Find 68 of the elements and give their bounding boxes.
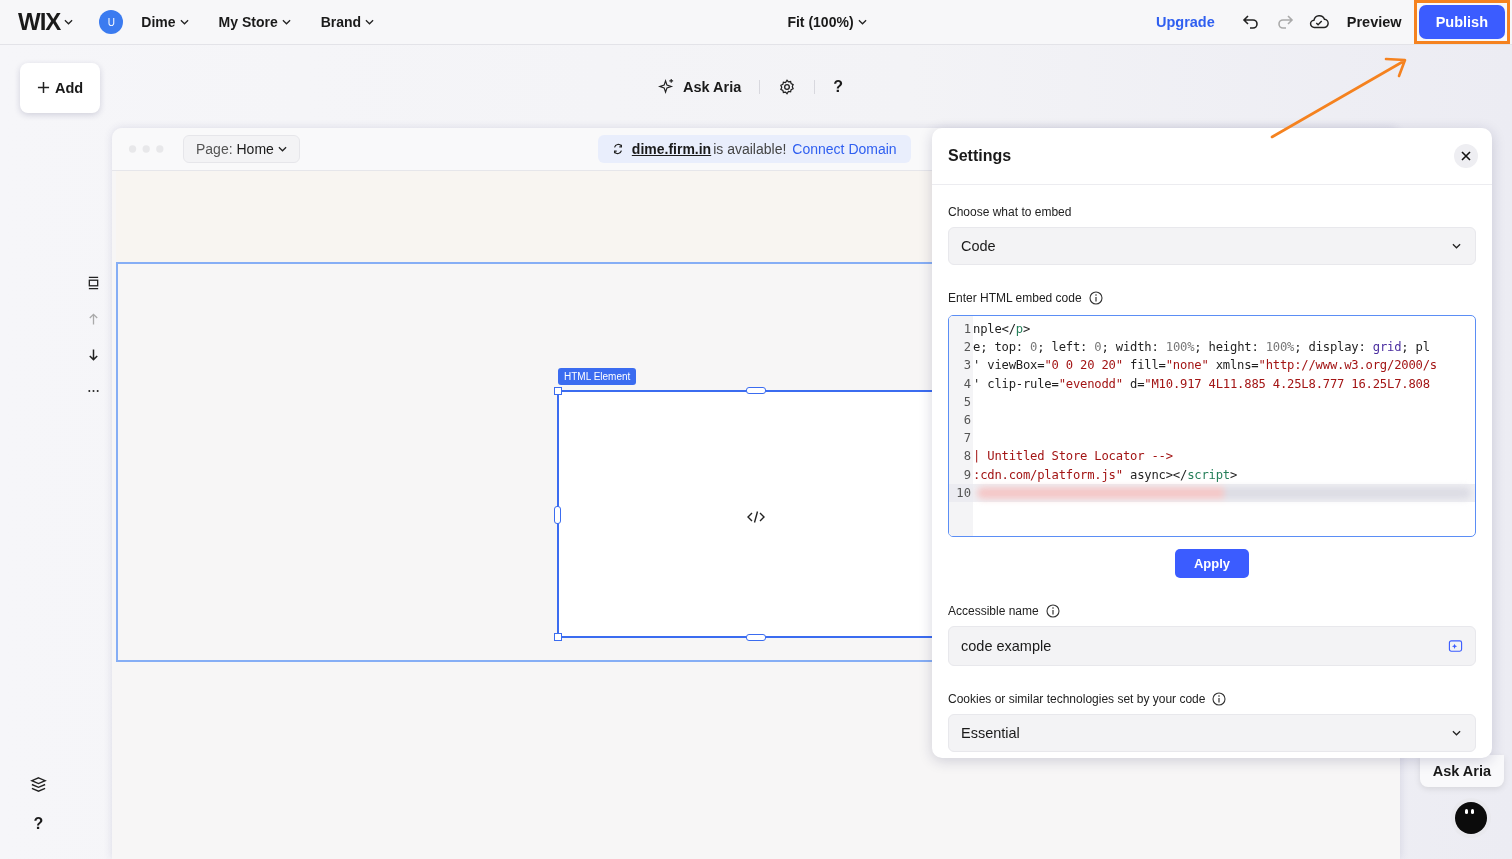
assistant-icon[interactable] [1450,797,1492,839]
close-icon [1461,151,1471,161]
resize-handle[interactable] [554,506,561,524]
ai-icon[interactable] [1448,638,1463,654]
code-icon [747,510,765,524]
chevron-down-icon [1452,243,1461,249]
field-label: Cookies or similar technologies set by your code [948,692,1206,706]
apply-button[interactable]: Apply [1174,549,1250,578]
domain-name: dime.firm.in [631,141,712,157]
resize-handle[interactable] [554,633,562,641]
embed-type-dropdown[interactable]: Code [948,227,1476,265]
plus-icon [36,81,50,94]
menu-dropdown[interactable]: Dime [141,14,189,30]
line-number: 7 [962,430,972,448]
line-number: 8 [962,448,972,466]
publish-button[interactable]: Publish [1418,5,1505,39]
close-button[interactable] [1454,144,1478,168]
code-line: nple</p> [973,321,1031,338]
element-label: HTML Element [558,368,637,385]
chevron-down-icon[interactable] [64,19,74,25]
resize-handle[interactable] [746,634,766,641]
arrow-down-icon[interactable] [87,348,100,362]
field-label: Accessible name [948,604,1039,618]
ask-aria-button[interactable]: Ask Aria [658,78,742,95]
accessible-name-field[interactable]: code example [948,626,1476,666]
resize-handle[interactable] [746,387,766,394]
chevron-down-icon [281,19,291,25]
field-label: Choose what to embed [948,205,1073,219]
availability-text: is available! [713,141,787,157]
line-number: 9 [962,466,972,484]
menu-dropdown[interactable]: My Store [218,14,291,30]
wix-logo[interactable]: WIX [18,8,61,36]
panel-title: Settings [948,147,1012,165]
section-icon[interactable] [87,276,100,290]
chevron-down-icon [857,19,867,25]
sparkle-icon [658,78,675,95]
field-label: Enter HTML embed code [948,291,1082,305]
line-number: 2 [962,339,972,357]
chevron-down-icon [179,19,189,25]
line-number: 10 [949,483,973,502]
info-icon[interactable] [1212,692,1227,706]
line-number: 5 [962,393,972,411]
add-button[interactable]: Add [20,62,100,113]
chevron-down-icon [365,19,375,25]
info-icon[interactable] [1088,291,1103,305]
connect-domain-link[interactable]: Connect Domain [792,141,897,157]
layers-icon[interactable] [30,776,47,793]
user-avatar[interactable]: U [99,10,124,34]
upgrade-link[interactable]: Upgrade [1155,14,1215,30]
menu-dropdown[interactable]: Brand [320,14,375,30]
ask-aria-tab[interactable]: Ask Aria [1419,755,1504,787]
chevron-down-icon [1452,730,1461,736]
undo-icon[interactable] [1240,12,1261,32]
help-button[interactable]: ? [833,77,844,96]
code-editor[interactable] [948,315,1476,537]
settings-icon[interactable] [778,77,797,96]
info-icon[interactable] [1045,604,1060,618]
help-button[interactable]: ? [33,815,44,833]
line-number: 1 [962,321,972,338]
zoom-dropdown[interactable]: Fit (100%) [787,14,867,30]
line-number: 6 [962,411,972,429]
cookies-dropdown[interactable]: Essential [948,714,1476,752]
line-number: 4 [962,375,972,393]
preview-button[interactable]: Preview [1346,14,1402,30]
sync-icon [611,143,624,155]
page-dropdown[interactable]: Page: Home [183,135,300,163]
resize-handle[interactable] [554,387,562,395]
chevron-down-icon [277,146,287,152]
